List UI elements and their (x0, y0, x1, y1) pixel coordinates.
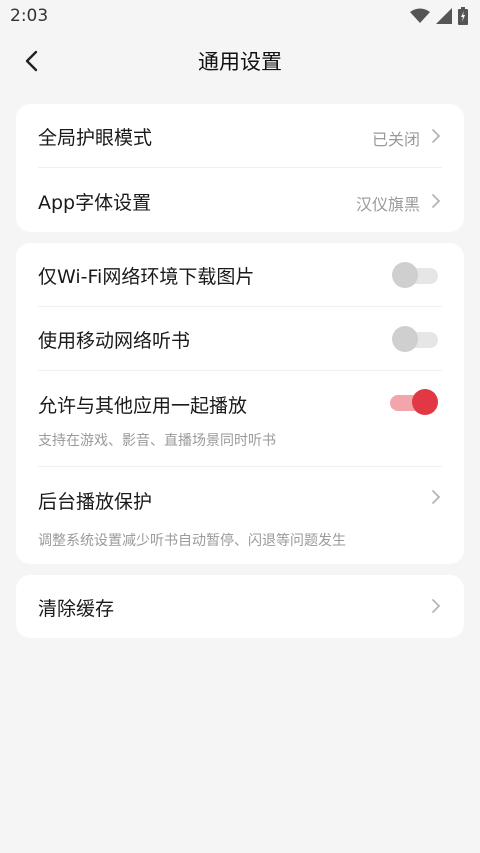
mix-play-description: 支持在游戏、影音、直播场景同时听书 (38, 433, 276, 449)
status-time: 2:03 (10, 6, 49, 26)
eye-mode-label: 全局护眼模式 (38, 127, 153, 149)
wifi-download-label: 仅Wi-Fi网络环境下载图片 (38, 266, 255, 288)
eye-mode-value: 已关闭 (371, 130, 420, 149)
background-protect-description: 调整系统设置减少听书自动暂停、闪退等问题发生 (38, 533, 346, 549)
clear-cache-row[interactable]: 清除缓存 (38, 575, 442, 638)
cache-section: 清除缓存 (0, 575, 480, 638)
mobile-listen-toggle[interactable] (392, 326, 438, 352)
chevron-right-icon (432, 599, 441, 613)
nav-bar: 通用设置 (0, 32, 480, 90)
eye-mode-row[interactable]: 全局护眼模式 已关闭 (38, 104, 442, 168)
wifi-icon (410, 8, 430, 23)
wifi-download-toggle[interactable] (392, 262, 438, 288)
background-protect-row[interactable]: 后台播放保护 调整系统设置减少听书自动暂停、闪退等问题发生 (38, 467, 442, 564)
mobile-listen-row: 使用移动网络听书 (38, 307, 442, 371)
background-protect-label: 后台播放保护 (38, 491, 153, 513)
mix-play-toggle[interactable] (386, 389, 438, 415)
chevron-right-icon (432, 129, 441, 143)
font-setting-row[interactable]: App字体设置 汉仪旗黑 (38, 168, 442, 232)
font-setting-label: App字体设置 (38, 192, 152, 214)
chevron-right-icon (432, 490, 441, 504)
signal-icon (436, 8, 452, 24)
back-button[interactable] (14, 44, 48, 78)
wifi-download-row: 仅Wi-Fi网络环境下载图片 (38, 243, 442, 307)
clear-cache-label: 清除缓存 (38, 598, 115, 620)
mix-play-label: 允许与其他应用一起播放 (38, 395, 248, 417)
display-settings-section: 全局护眼模式 已关闭 App字体设置 汉仪旗黑 (0, 104, 480, 232)
chevron-left-icon (25, 50, 38, 72)
chevron-right-icon (432, 194, 441, 208)
status-icons (410, 7, 468, 25)
status-bar: 2:03 (0, 0, 480, 32)
font-setting-value: 汉仪旗黑 (355, 195, 420, 214)
mix-play-row: 允许与其他应用一起播放 支持在游戏、影音、直播场景同时听书 (38, 371, 442, 467)
battery-icon (458, 7, 468, 25)
page-title: 通用设置 (198, 50, 282, 74)
playback-settings-section: 仅Wi-Fi网络环境下载图片 使用移动网络听书 允许与其他应用一起播放 支持在游… (0, 243, 480, 564)
mobile-listen-label: 使用移动网络听书 (38, 330, 191, 352)
